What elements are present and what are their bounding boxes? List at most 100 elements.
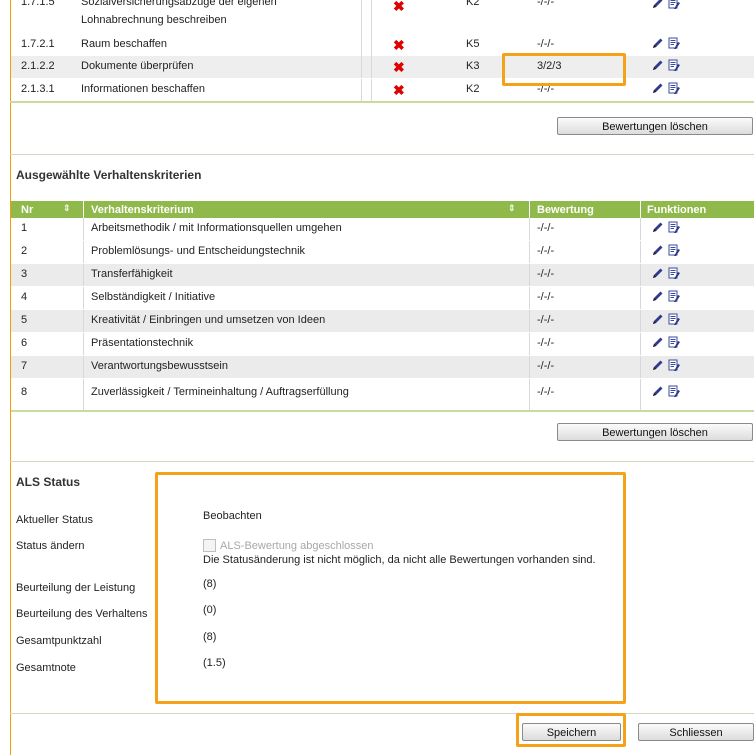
row-number: 1.7.2.1 bbox=[21, 38, 55, 50]
section-divider bbox=[10, 154, 754, 155]
column-divider bbox=[529, 201, 530, 218]
document-icon[interactable] bbox=[668, 0, 681, 10]
row-title: Dokumente überprüfen bbox=[81, 60, 194, 72]
document-icon[interactable] bbox=[668, 267, 681, 280]
table-row: 7 Verantwortungsbewusstsein -/-/- bbox=[11, 356, 754, 378]
row-level: K3 bbox=[466, 60, 480, 72]
document-icon[interactable] bbox=[668, 290, 681, 303]
behavior-label: Beurteilung des Verhaltens bbox=[16, 608, 148, 620]
row-title: Informationen beschaffen bbox=[81, 83, 205, 95]
row-criterion: Arbeitsmethodik / mit Informationsquelle… bbox=[91, 222, 342, 234]
pencil-icon[interactable] bbox=[651, 385, 664, 398]
table-row: 4 Selbständigkeit / Initiative -/-/- bbox=[11, 287, 754, 309]
row-title: Raum beschaffen bbox=[81, 38, 168, 50]
document-icon[interactable] bbox=[668, 59, 681, 72]
performance-label: Beurteilung der Leistung bbox=[16, 582, 136, 594]
close-button[interactable]: Schliessen bbox=[638, 723, 754, 741]
row-number: 8 bbox=[21, 386, 28, 398]
highlight-rating bbox=[502, 53, 626, 86]
row-level: K5 bbox=[466, 38, 480, 50]
pencil-icon[interactable] bbox=[651, 221, 664, 234]
pencil-icon[interactable] bbox=[651, 0, 664, 10]
delete-icon[interactable]: ✖ bbox=[393, 0, 405, 15]
pencil-icon[interactable] bbox=[651, 37, 664, 50]
pencil-icon[interactable] bbox=[651, 59, 664, 72]
table-row: 6 Präsentationstechnik -/-/- bbox=[11, 333, 754, 355]
header-criterion[interactable]: Verhaltenskriterium bbox=[91, 204, 194, 216]
delete-icon[interactable]: ✖ bbox=[393, 82, 405, 99]
document-icon[interactable] bbox=[668, 385, 681, 398]
document-icon[interactable] bbox=[668, 244, 681, 257]
delete-icon[interactable]: ✖ bbox=[393, 37, 405, 54]
document-icon[interactable] bbox=[668, 82, 681, 95]
column-divider bbox=[371, 79, 372, 103]
row-rating: -/-/- bbox=[537, 314, 555, 326]
table-row: 2.1.2.2 Dokumente überprüfen ✖ K3 3/2/3 bbox=[11, 56, 754, 78]
table-row: 3 Transferfähigkeit -/-/- bbox=[11, 264, 754, 286]
delete-icon[interactable]: ✖ bbox=[393, 59, 405, 76]
row-rating: -/-/- bbox=[537, 222, 555, 234]
row-number: 4 bbox=[21, 291, 28, 303]
row-number: 1.7.1.5 bbox=[21, 0, 55, 8]
table-row: 1 Arbeitsmethodik / mit Informationsquel… bbox=[11, 218, 754, 240]
table-row: 5 Kreativität / Einbringen und umsetzen … bbox=[11, 310, 754, 332]
pencil-icon[interactable] bbox=[651, 336, 664, 349]
section-title: ALS Status bbox=[16, 475, 81, 489]
row-criterion: Verantwortungsbewusstsein bbox=[91, 360, 228, 372]
table-footer-line bbox=[10, 101, 754, 103]
table-row: 1.7.2.1 Raum beschaffen ✖ K5 -/-/- bbox=[11, 34, 754, 56]
row-number: 1 bbox=[21, 222, 28, 234]
row-rating: -/-/- bbox=[537, 337, 555, 349]
pencil-icon[interactable] bbox=[651, 359, 664, 372]
row-number: 5 bbox=[21, 314, 28, 326]
document-icon[interactable] bbox=[668, 221, 681, 234]
overall-grade-label: Gesamtnote bbox=[16, 662, 76, 674]
table-row: 2.1.3.1 Informationen beschaffen ✖ K2 -/… bbox=[11, 79, 754, 103]
row-rating: -/-/- bbox=[537, 268, 555, 280]
pencil-icon[interactable] bbox=[651, 313, 664, 326]
section-divider bbox=[10, 461, 754, 462]
document-icon[interactable] bbox=[668, 37, 681, 50]
row-title-line2: Lohnabrechnung beschreiben bbox=[81, 14, 227, 26]
row-rating: -/-/- bbox=[537, 291, 555, 303]
row-number: 3 bbox=[21, 268, 28, 280]
sort-icon[interactable]: ⇕ bbox=[508, 203, 516, 214]
document-icon[interactable] bbox=[668, 313, 681, 326]
row-number: 2.1.2.2 bbox=[21, 60, 55, 72]
header-nr[interactable]: Nr bbox=[21, 204, 33, 216]
column-divider bbox=[371, 0, 372, 34]
table-row: 2 Problemlösungs- und Entscheidungstechn… bbox=[11, 241, 754, 263]
delete-ratings-button[interactable]: Bewertungen löschen bbox=[557, 117, 753, 135]
table-footer-line bbox=[11, 410, 754, 412]
row-rating: -/-/- bbox=[537, 386, 555, 398]
column-divider bbox=[640, 201, 641, 218]
column-divider bbox=[361, 0, 362, 34]
table-row: 8 Zuverlässigkeit / Termineinhaltung / A… bbox=[11, 379, 754, 410]
row-rating: -/-/- bbox=[537, 38, 555, 50]
pencil-icon[interactable] bbox=[651, 267, 664, 280]
row-number: 6 bbox=[21, 337, 28, 349]
pencil-icon[interactable] bbox=[651, 244, 664, 257]
delete-ratings-button[interactable]: Bewertungen löschen bbox=[557, 423, 753, 441]
column-divider bbox=[371, 56, 372, 78]
sort-icon[interactable]: ⇕ bbox=[63, 203, 71, 214]
pencil-icon[interactable] bbox=[651, 82, 664, 95]
row-level: K2 bbox=[466, 83, 480, 95]
column-divider bbox=[83, 201, 84, 218]
total-points-label: Gesamtpunktzahl bbox=[16, 635, 102, 647]
document-icon[interactable] bbox=[668, 359, 681, 372]
table-row: 1.7.1.5 Sozialversicherungsabzüge der ei… bbox=[11, 0, 754, 34]
column-divider bbox=[361, 56, 362, 78]
row-title: Sozialversicherungsabzüge der eigenen bbox=[81, 0, 277, 8]
pencil-icon[interactable] bbox=[651, 290, 664, 303]
row-rating: -/-/- bbox=[537, 360, 555, 372]
document-icon[interactable] bbox=[668, 336, 681, 349]
highlight-status bbox=[155, 472, 626, 704]
row-number: 2.1.3.1 bbox=[21, 83, 55, 95]
header-rating: Bewertung bbox=[537, 204, 594, 216]
section-title: Ausgewählte Verhaltenskriterien bbox=[16, 168, 202, 182]
column-divider bbox=[361, 34, 362, 56]
row-level: K2 bbox=[466, 0, 480, 8]
current-status-label: Aktueller Status bbox=[16, 514, 94, 526]
section-divider bbox=[10, 713, 754, 714]
